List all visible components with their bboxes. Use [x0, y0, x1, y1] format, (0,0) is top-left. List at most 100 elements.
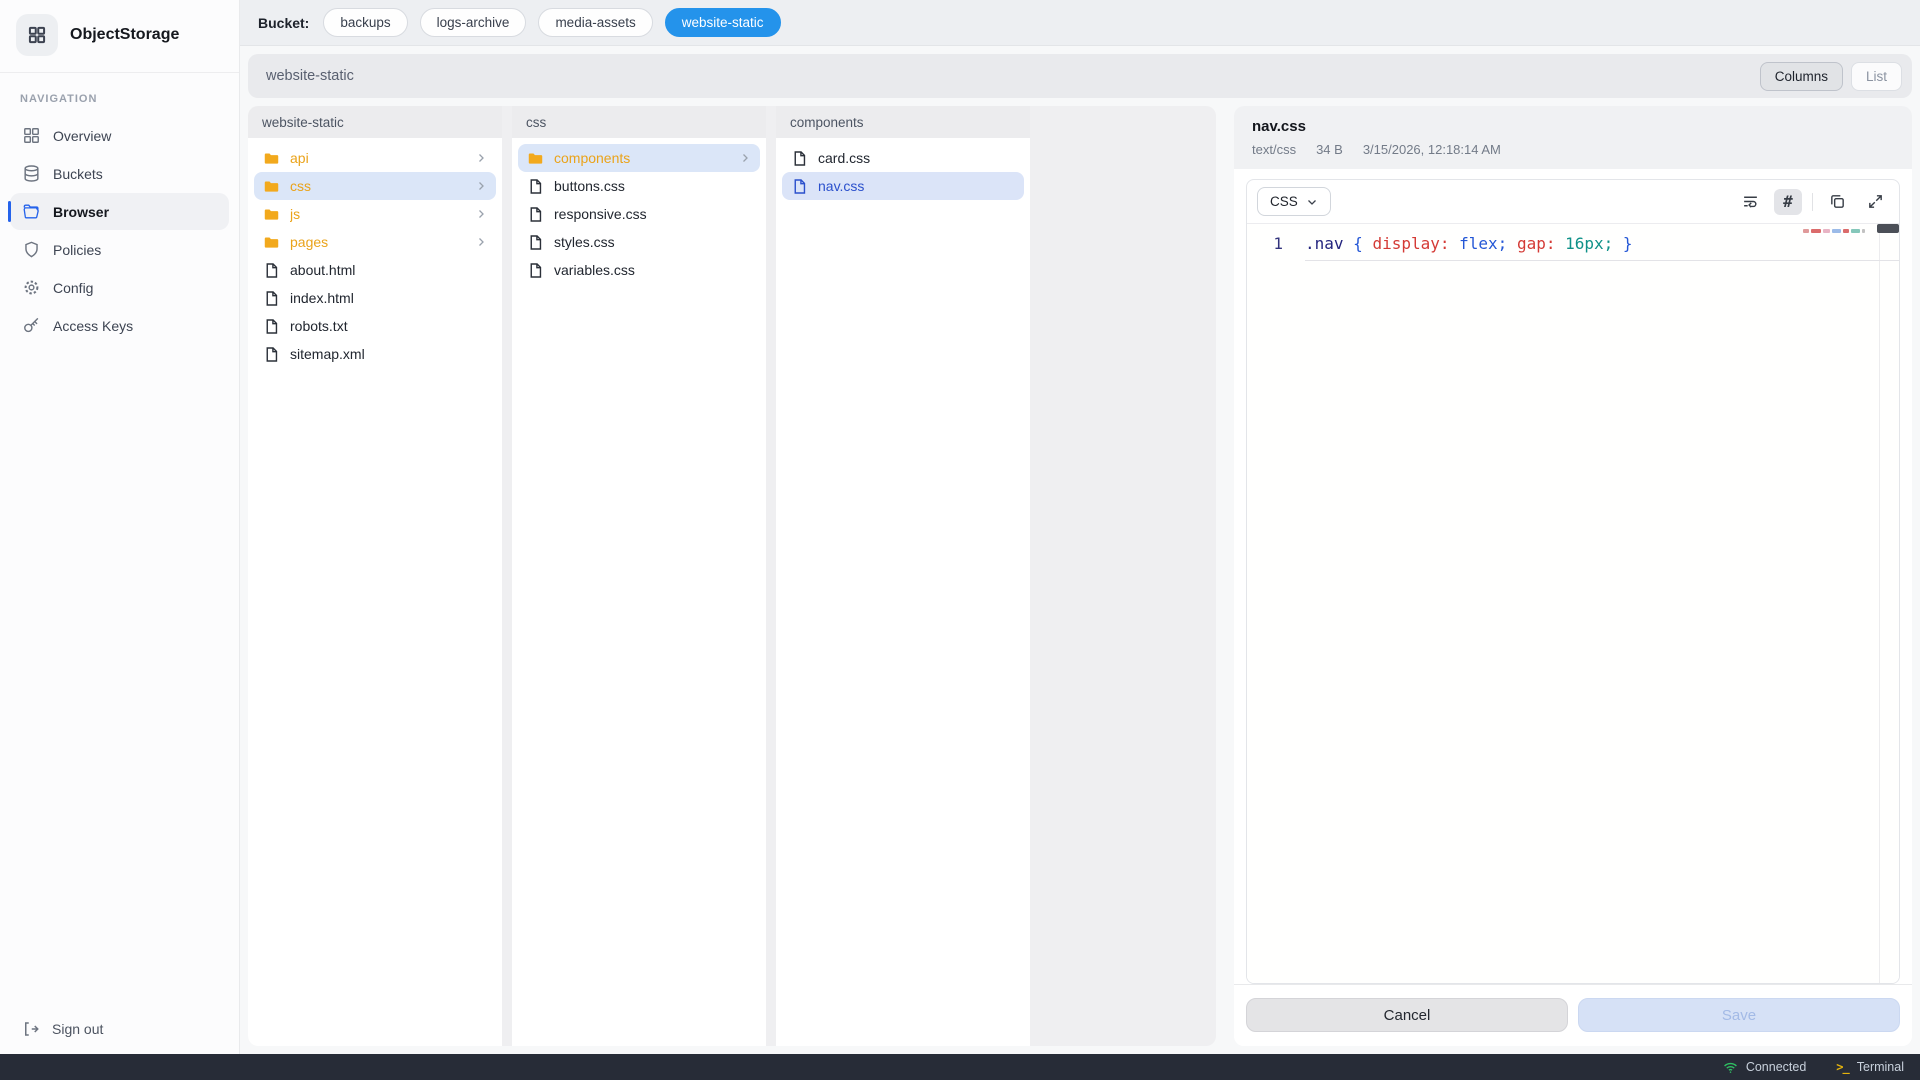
- folder-row-css[interactable]: css: [254, 172, 496, 200]
- entry-name: robots.txt: [290, 318, 487, 334]
- chevron-right-icon: [475, 180, 487, 192]
- file-row-responsive.css[interactable]: responsive.css: [518, 200, 760, 228]
- grid-icon: [22, 126, 41, 145]
- save-button[interactable]: Save: [1578, 998, 1900, 1032]
- language-select[interactable]: CSS: [1257, 187, 1331, 216]
- entry-name: buttons.css: [554, 178, 751, 194]
- status-bar: Connected >_ Terminal: [0, 1054, 1920, 1080]
- code-token: }: [1623, 234, 1633, 253]
- preview-file-size: 34 B: [1316, 142, 1343, 157]
- folder-row-components[interactable]: components: [518, 144, 760, 172]
- sidebar-item-config[interactable]: Config: [10, 269, 229, 306]
- sidebar-item-label: Buckets: [53, 166, 103, 182]
- folder-icon: [263, 234, 280, 251]
- chevron-right-icon: [475, 208, 487, 220]
- bucket-chip-website-static[interactable]: website-static: [665, 8, 781, 37]
- miller-columns: website-static api css js pages about.html ind…: [248, 106, 1216, 1046]
- code-minimap: [1803, 229, 1865, 233]
- code-editor: CSS: [1246, 179, 1900, 984]
- sidebar-item-policies[interactable]: Policies: [10, 231, 229, 268]
- hash-icon: #: [1783, 192, 1793, 211]
- sidebar-item-label: Access Keys: [53, 318, 133, 334]
- file-icon: [527, 262, 544, 279]
- file-icon: [263, 346, 280, 363]
- nav-list: Overview Buckets BrowserPoliciesConfig Acce…: [10, 117, 229, 345]
- connection-status: Connected: [1723, 1060, 1806, 1075]
- entry-name: api: [290, 150, 465, 166]
- folder-row-js[interactable]: js: [254, 200, 496, 228]
- column-website-static: website-static api css js pages about.html ind…: [248, 106, 502, 1046]
- file-row-styles.css[interactable]: styles.css: [518, 228, 760, 256]
- column-css: css components buttons.css responsive.cssst…: [512, 106, 766, 1046]
- bucket-chip-logs-archive[interactable]: logs-archive: [420, 8, 527, 37]
- database-icon: [22, 164, 41, 183]
- editor-scrollbar-thumb[interactable]: [1877, 224, 1899, 233]
- file-row-buttons.css[interactable]: buttons.css: [518, 172, 760, 200]
- bucket-chip-row: backups logs-archive media-assets website-s…: [323, 8, 780, 37]
- file-row-nav.css[interactable]: nav.css: [782, 172, 1024, 200]
- app-window: ObjectStorage NAVIGATION OverviewBuckets…: [0, 0, 1920, 1054]
- sidebar: ObjectStorage NAVIGATION OverviewBuckets…: [0, 0, 240, 1054]
- file-icon: [791, 150, 808, 167]
- word-wrap-button[interactable]: [1736, 189, 1764, 215]
- sidebar-item-overview[interactable]: Overview: [10, 117, 229, 154]
- file-row-variables.css[interactable]: variables.css: [518, 256, 760, 284]
- expand-button[interactable]: [1861, 189, 1889, 215]
- language-select-value: CSS: [1270, 194, 1298, 209]
- column-header: website-static: [248, 106, 502, 138]
- bucket-chip-backups[interactable]: backups: [323, 8, 407, 37]
- sidebar-item-label: Overview: [53, 128, 111, 144]
- code-token: gap:: [1517, 234, 1565, 253]
- file-row-index.html[interactable]: index.html: [254, 284, 496, 312]
- entry-name: about.html: [290, 262, 487, 278]
- column-body: api css js pages about.html index.html robots.…: [248, 138, 502, 374]
- column-header: components: [776, 106, 1030, 138]
- app-title: ObjectStorage: [70, 26, 179, 44]
- sidebar-item-browser[interactable]: Browser: [10, 193, 229, 230]
- terminal-icon: >_: [1836, 1060, 1848, 1074]
- preview-file-name: nav.css: [1252, 118, 1894, 135]
- cancel-button[interactable]: Cancel: [1246, 998, 1568, 1032]
- chevron-down-icon: [1306, 196, 1318, 208]
- entry-name: index.html: [290, 290, 487, 306]
- folder-row-pages[interactable]: pages: [254, 228, 496, 256]
- sidebar-item-buckets[interactable]: Buckets: [10, 155, 229, 192]
- code-content: .nav { display: flex; gap: 16px; }: [1305, 234, 1899, 261]
- wifi-icon: [1723, 1060, 1738, 1075]
- preview-modified-date: 3/15/2026, 12:18:14 AM: [1363, 142, 1501, 157]
- sign-out-button[interactable]: Sign out: [0, 1006, 239, 1054]
- file-row-robots.txt[interactable]: robots.txt: [254, 312, 496, 340]
- gear-icon: [22, 278, 41, 297]
- preview-header: nav.css text/css 34 B 3/15/2026, 12:18:1…: [1234, 106, 1912, 169]
- column-body: components buttons.css responsive.cssstyle…: [512, 138, 766, 290]
- bucket-chip-media-assets[interactable]: media-assets: [538, 8, 652, 37]
- entry-name: nav.css: [818, 178, 1015, 194]
- view-toggle: Columns List: [1760, 62, 1902, 91]
- columns-view-button[interactable]: Columns: [1760, 62, 1843, 91]
- code-editor-surface[interactable]: 1 .nav { display: flex; gap: 16px; }: [1247, 224, 1899, 983]
- column-components: components card.css nav.css: [776, 106, 1030, 1046]
- terminal-button[interactable]: >_ Terminal: [1836, 1060, 1904, 1074]
- file-icon: [527, 234, 544, 251]
- sidebar-item-access-keys[interactable]: Access Keys: [10, 307, 229, 344]
- line-numbers-button[interactable]: #: [1774, 189, 1802, 215]
- preview-meta: text/css 34 B 3/15/2026, 12:18:14 AM: [1252, 142, 1894, 157]
- folder-row-api[interactable]: api: [254, 144, 496, 172]
- preview-mime-type: text/css: [1252, 142, 1296, 157]
- file-row-about.html[interactable]: about.html: [254, 256, 496, 284]
- editor-tools: #: [1736, 189, 1889, 215]
- file-icon: [263, 290, 280, 307]
- app-logo-icon: [16, 14, 58, 56]
- copy-button[interactable]: [1823, 189, 1851, 215]
- preview-body: CSS: [1234, 169, 1912, 984]
- line-number: 1: [1247, 234, 1305, 253]
- column-header: css: [512, 106, 766, 138]
- main-area: Bucket: backupslogs-archivemedia-assetsw…: [240, 0, 1920, 1054]
- entry-name: js: [290, 206, 465, 222]
- file-row-sitemap.xml[interactable]: sitemap.xml: [254, 340, 496, 368]
- list-view-button[interactable]: List: [1851, 62, 1902, 91]
- code-token: flex;: [1459, 234, 1517, 253]
- bucket-bar: Bucket: backupslogs-archivemedia-assetsw…: [240, 0, 1920, 46]
- entry-name: components: [554, 150, 729, 166]
- file-row-card.css[interactable]: card.css: [782, 144, 1024, 172]
